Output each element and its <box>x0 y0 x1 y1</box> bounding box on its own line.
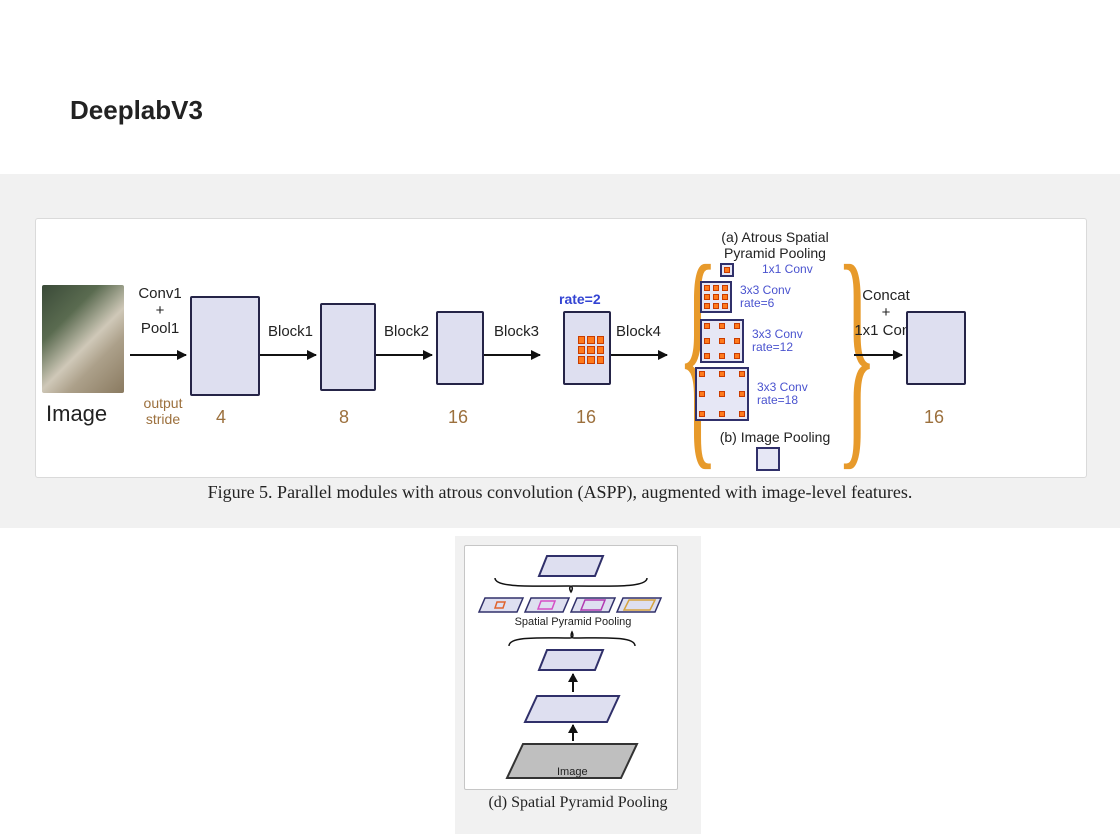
filter-r12-icon <box>700 319 744 363</box>
arrow-icon <box>854 354 902 356</box>
atrous-grid-icon <box>577 335 605 363</box>
rate2-label: rate=2 <box>559 291 601 307</box>
aspp-r12-row: 3x3 Conv rate=12 <box>700 319 803 363</box>
os-4: 4 <box>216 407 226 428</box>
block1-label: Block1 <box>268 323 313 340</box>
spp-slice-2-icon <box>523 596 571 614</box>
os-16c: 16 <box>924 407 944 428</box>
aspp-1x1-label: 1x1 Conv <box>762 263 813 276</box>
arrow-icon <box>484 354 540 356</box>
os-8: 8 <box>339 407 349 428</box>
spp-slice-3-icon <box>569 596 617 614</box>
image-label: Image <box>46 401 107 427</box>
figure2-wrap: Spatial Pyramid Pooling Image (d) Spatia… <box>455 536 701 834</box>
uparrow-icon <box>572 674 574 692</box>
arrow-icon <box>260 354 316 356</box>
arrow-icon <box>130 354 186 356</box>
arrow-icon <box>611 354 667 356</box>
feature-map-big-icon <box>523 694 621 724</box>
arrow-icon <box>376 354 432 356</box>
aspp-title: (a) Atrous Spatial Pyramid Pooling <box>696 229 854 261</box>
block3-label: Block3 <box>494 323 539 340</box>
input-image-thumb <box>42 285 124 393</box>
block2-label: Block2 <box>384 323 429 340</box>
spp-slice-1-icon <box>477 596 525 614</box>
conv1-pool1-label: Conv1 + Pool1 <box>130 285 190 337</box>
block4-label: Block4 <box>616 323 661 340</box>
spp-slice-4-icon <box>615 596 663 614</box>
block3-box <box>436 311 484 385</box>
aspp-r6-row: 3x3 Conv rate=6 <box>700 281 791 313</box>
os-16a: 16 <box>448 407 468 428</box>
brace-top-icon <box>493 576 649 594</box>
figure2-caption: (d) Spatial Pyramid Pooling <box>455 794 701 812</box>
spp-label: Spatial Pyramid Pooling <box>513 616 633 628</box>
figure-aspp: Image Conv1 + Pool1 Block1 Block2 Block3… <box>35 218 1087 478</box>
filter-r6-icon <box>700 281 732 313</box>
aspp-1x1-row: 1x1 Conv <box>720 263 813 277</box>
figure-spp: Spatial Pyramid Pooling Image <box>464 545 678 790</box>
aspp-r12-label: 3x3 Conv rate=12 <box>752 328 803 354</box>
image-pooling-label: (b) Image Pooling <box>696 429 854 445</box>
aspp-r18-label: 3x3 Conv rate=18 <box>757 381 808 407</box>
figure1-caption: Figure 5. Parallel modules with atrous c… <box>0 482 1120 503</box>
feature-map-top-icon <box>537 554 605 578</box>
image-pooling-icon <box>756 447 780 471</box>
brace-bottom-icon <box>507 630 637 648</box>
os-16b: 16 <box>576 407 596 428</box>
block2-box <box>320 303 376 391</box>
filter-1x1-icon <box>720 263 734 277</box>
uparrow-icon <box>572 725 574 741</box>
feature-map-mid-icon <box>537 648 605 672</box>
aspp-r6-label: 3x3 Conv rate=6 <box>740 284 791 310</box>
page-title: DeeplabV3 <box>70 95 203 126</box>
filter-r18-icon <box>695 367 749 421</box>
image-label-2: Image <box>557 766 588 778</box>
output-stride-label: output stride <box>136 395 190 427</box>
block1-box <box>190 296 260 396</box>
aspp-r18-row: 3x3 Conv rate=18 <box>695 367 808 421</box>
output-box <box>906 311 966 385</box>
